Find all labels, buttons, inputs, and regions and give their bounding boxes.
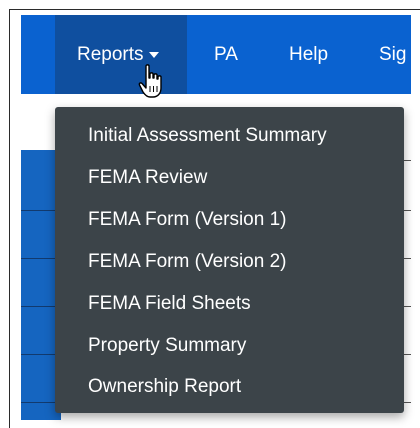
nav-sign-label: Sig [379, 43, 407, 65]
menu-item-property-summary[interactable]: Property Summary [88, 325, 246, 367]
menu-item-fema-review[interactable]: FEMA Review [88, 157, 207, 199]
nav-pa-link[interactable]: PA [214, 15, 238, 94]
menu-item-fema-field-sheets[interactable]: FEMA Field Sheets [88, 283, 251, 325]
nav-help-label: Help [289, 43, 329, 65]
nav-pa-label: PA [214, 43, 238, 65]
menu-item-fema-form-v1[interactable]: FEMA Form (Version 1) [88, 199, 287, 241]
menu-item-ownership-report[interactable]: Ownership Report [88, 366, 241, 408]
nav-help-link[interactable]: Help [289, 15, 328, 94]
menu-item-label: FEMA Review [88, 167, 208, 188]
menu-item-label: FEMA Field Sheets [88, 293, 251, 314]
menu-item-label: Ownership Report [88, 376, 242, 397]
nav-reports-dropdown-toggle[interactable]: Reports [55, 15, 187, 94]
reports-dropdown-menu: Initial Assessment Summary FEMA Review F… [55, 107, 404, 413]
top-navbar: Reports PA Help Sig [21, 15, 411, 94]
menu-item-label: Initial Assessment Summary [88, 125, 327, 146]
menu-item-initial-assessment-summary[interactable]: Initial Assessment Summary [88, 115, 327, 157]
menu-item-label: Property Summary [88, 335, 247, 356]
menu-item-fema-form-v2[interactable]: FEMA Form (Version 2) [88, 241, 287, 283]
caret-down-icon [148, 51, 159, 58]
menu-item-label: FEMA Form (Version 2) [88, 251, 287, 272]
hand-pointer-cursor-icon [138, 64, 162, 98]
nav-sign-link[interactable]: Sig [379, 15, 406, 94]
nav-reports-label: Reports [77, 43, 144, 65]
menu-item-label: FEMA Form (Version 1) [88, 209, 287, 230]
